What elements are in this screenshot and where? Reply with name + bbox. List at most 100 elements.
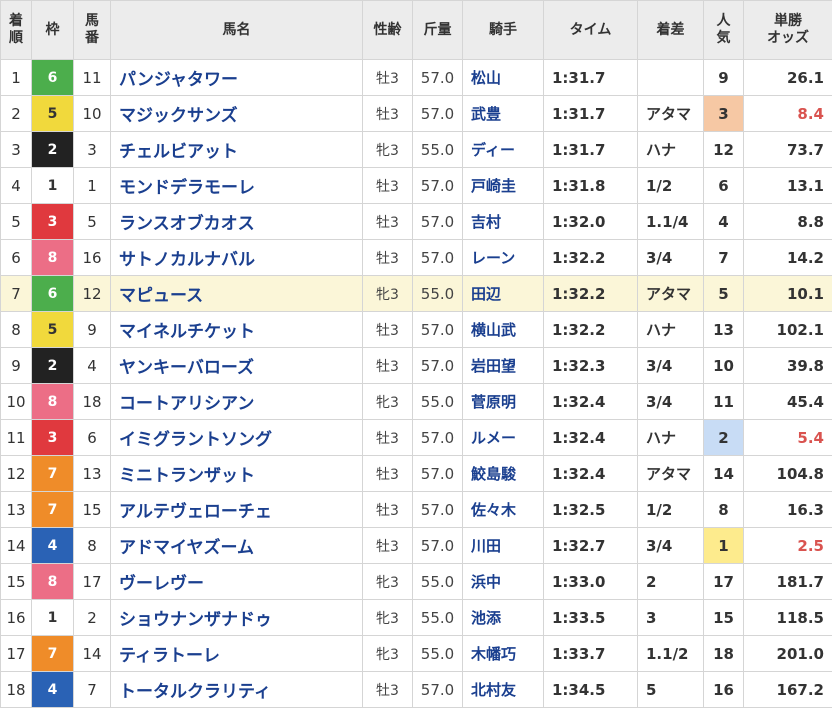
cell-time: 1:33.7 xyxy=(543,635,638,672)
cell-margin: 1/2 xyxy=(637,167,704,204)
cell-waku: 5 xyxy=(31,95,74,132)
cell-margin: ハナ xyxy=(637,311,704,348)
cell-weight: 57.0 xyxy=(412,347,463,384)
cell-odds: 167.2 xyxy=(743,671,832,708)
waku-badge: 7 xyxy=(32,456,73,491)
cell-rank: 6 xyxy=(0,239,32,276)
waku-badge: 5 xyxy=(32,96,73,131)
horse-name-link[interactable]: ティラトーレ xyxy=(110,635,363,672)
cell-time: 1:32.5 xyxy=(543,491,638,528)
cell-popularity: 17 xyxy=(703,563,744,600)
table-row: 12 7 13 ミニトランザット 牡3 57.0 鮫島駿 1:32.4 アタマ 14 104.8 xyxy=(0,455,832,492)
horse-name-link[interactable]: パンジャタワー xyxy=(110,59,363,96)
cell-rank: 18 xyxy=(0,671,32,708)
jockey-link[interactable]: ディー xyxy=(462,131,544,168)
cell-time: 1:32.2 xyxy=(543,311,638,348)
horse-name-link[interactable]: マジックサンズ xyxy=(110,95,363,132)
cell-sex-age: 牝3 xyxy=(362,599,413,636)
cell-sex-age: 牡3 xyxy=(362,419,413,456)
horse-name-link[interactable]: サトノカルナバル xyxy=(110,239,363,276)
jockey-link[interactable]: 鮫島駿 xyxy=(462,455,544,492)
jockey-link[interactable]: 川田 xyxy=(462,527,544,564)
cell-rank: 13 xyxy=(0,491,32,528)
cell-waku: 2 xyxy=(31,347,74,384)
table-row: 18 4 7 トータルクラリティ 牡3 57.0 北村友 1:34.5 5 16 167.2 xyxy=(0,671,832,708)
cell-rank: 16 xyxy=(0,599,32,636)
waku-badge: 7 xyxy=(32,636,73,671)
jockey-link[interactable]: 松山 xyxy=(462,59,544,96)
horse-name-link[interactable]: ヤンキーバローズ xyxy=(110,347,363,384)
horse-name-link[interactable]: ミニトランザット xyxy=(110,455,363,492)
cell-rank: 1 xyxy=(0,59,32,96)
cell-odds: 16.3 xyxy=(743,491,832,528)
cell-odds: 8.4 xyxy=(743,95,832,132)
jockey-link[interactable]: ルメー xyxy=(462,419,544,456)
jockey-link[interactable]: 木幡巧 xyxy=(462,635,544,672)
cell-sex-age: 牡3 xyxy=(362,59,413,96)
cell-margin: ハナ xyxy=(637,419,704,456)
horse-name-link[interactable]: トータルクラリティ xyxy=(110,671,363,708)
cell-umaban: 13 xyxy=(73,455,111,492)
jockey-link[interactable]: 池添 xyxy=(462,599,544,636)
jockey-link[interactable]: 岩田望 xyxy=(462,347,544,384)
table-row: 15 8 17 ヴーレヴー 牝3 55.0 浜中 1:33.0 2 17 181.7 xyxy=(0,563,832,600)
horse-name-link[interactable]: マピュース xyxy=(110,275,363,312)
cell-margin: アタマ xyxy=(637,455,704,492)
cell-umaban: 3 xyxy=(73,131,111,168)
horse-name-link[interactable]: コートアリシアン xyxy=(110,383,363,420)
table-row: 1 6 11 パンジャタワー 牡3 57.0 松山 1:31.7 9 26.1 xyxy=(0,59,832,96)
horse-name-link[interactable]: ショウナンザナドゥ xyxy=(110,599,363,636)
jockey-link[interactable]: レーン xyxy=(462,239,544,276)
cell-popularity: 10 xyxy=(703,347,744,384)
horse-name-link[interactable]: アドマイヤズーム xyxy=(110,527,363,564)
cell-time: 1:31.8 xyxy=(543,167,638,204)
jockey-link[interactable]: 田辺 xyxy=(462,275,544,312)
cell-umaban: 5 xyxy=(73,203,111,240)
cell-weight: 55.0 xyxy=(412,635,463,672)
jockey-link[interactable]: 佐々木 xyxy=(462,491,544,528)
cell-rank: 17 xyxy=(0,635,32,672)
cell-umaban: 11 xyxy=(73,59,111,96)
jockey-link[interactable]: 戸崎圭 xyxy=(462,167,544,204)
cell-time: 1:32.4 xyxy=(543,383,638,420)
cell-popularity: 18 xyxy=(703,635,744,672)
jockey-link[interactable]: 菅原明 xyxy=(462,383,544,420)
cell-sex-age: 牡3 xyxy=(362,95,413,132)
horse-name-link[interactable]: アルテヴェローチェ xyxy=(110,491,363,528)
cell-rank: 14 xyxy=(0,527,32,564)
cell-umaban: 2 xyxy=(73,599,111,636)
cell-sex-age: 牡3 xyxy=(362,491,413,528)
horse-name-link[interactable]: マイネルチケット xyxy=(110,311,363,348)
horse-name-link[interactable]: チェルビアット xyxy=(110,131,363,168)
cell-time: 1:31.7 xyxy=(543,95,638,132)
horse-name-link[interactable]: イミグラントソング xyxy=(110,419,363,456)
horse-name-link[interactable]: ヴーレヴー xyxy=(110,563,363,600)
cell-sex-age: 牡3 xyxy=(362,671,413,708)
jockey-link[interactable]: 北村友 xyxy=(462,671,544,708)
cell-waku: 7 xyxy=(31,491,74,528)
cell-time: 1:32.3 xyxy=(543,347,638,384)
table-row: 3 2 3 チェルビアット 牝3 55.0 ディー 1:31.7 ハナ 12 73.7 xyxy=(0,131,832,168)
horse-name-link[interactable]: モンドデラモーレ xyxy=(110,167,363,204)
header-horse-name: 馬名 xyxy=(110,0,363,60)
cell-weight: 57.0 xyxy=(412,203,463,240)
cell-weight: 57.0 xyxy=(412,95,463,132)
jockey-link[interactable]: 武豊 xyxy=(462,95,544,132)
jockey-link[interactable]: 浜中 xyxy=(462,563,544,600)
cell-popularity: 9 xyxy=(703,59,744,96)
cell-waku: 1 xyxy=(31,167,74,204)
cell-popularity: 1 xyxy=(703,527,744,564)
cell-margin: 1.1/4 xyxy=(637,203,704,240)
cell-odds: 102.1 xyxy=(743,311,832,348)
cell-umaban: 12 xyxy=(73,275,111,312)
cell-umaban: 15 xyxy=(73,491,111,528)
jockey-link[interactable]: 吉村 xyxy=(462,203,544,240)
horse-name-link[interactable]: ランスオブカオス xyxy=(110,203,363,240)
waku-badge: 3 xyxy=(32,204,73,239)
cell-umaban: 17 xyxy=(73,563,111,600)
cell-sex-age: 牡3 xyxy=(362,203,413,240)
jockey-link[interactable]: 横山武 xyxy=(462,311,544,348)
cell-margin: ハナ xyxy=(637,131,704,168)
table-row: 9 2 4 ヤンキーバローズ 牡3 57.0 岩田望 1:32.3 3/4 10 39.8 xyxy=(0,347,832,384)
cell-time: 1:32.4 xyxy=(543,455,638,492)
